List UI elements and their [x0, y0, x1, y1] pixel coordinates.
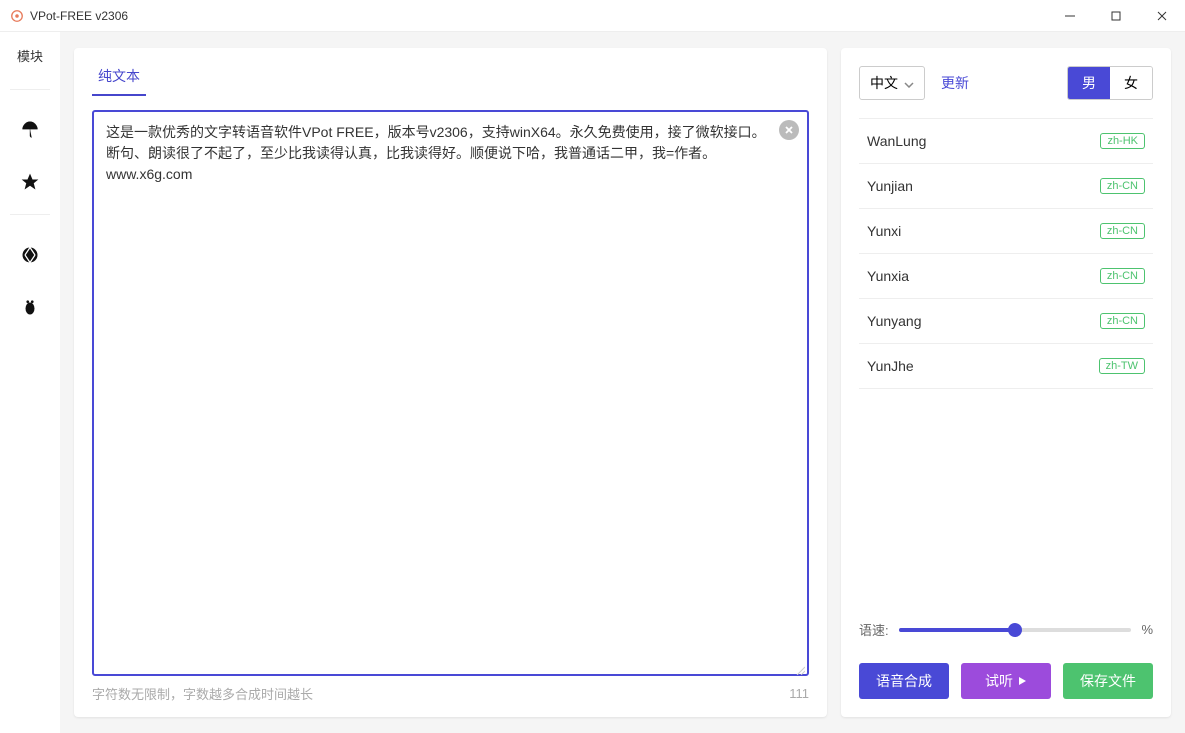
close-button[interactable] — [1139, 0, 1185, 32]
app-icon — [10, 9, 24, 23]
sidebar: 模块 — [0, 32, 60, 733]
divider — [10, 89, 50, 90]
sidebar-item-bug[interactable] — [10, 287, 50, 327]
sidebar-item-umbrella[interactable] — [10, 110, 50, 150]
voice-locale-badge: zh-HK — [1100, 133, 1145, 149]
voice-locale-badge: zh-CN — [1100, 268, 1145, 284]
speed-control: 语速: % — [859, 596, 1153, 653]
char-hint: 字符数无限制，字数越多合成时间越长 — [92, 684, 313, 703]
resize-handle[interactable] — [795, 662, 805, 672]
voice-name: Yunjian — [867, 178, 913, 194]
minimize-button[interactable] — [1047, 0, 1093, 32]
voice-item[interactable]: YunJhe zh-TW — [859, 344, 1153, 389]
speed-slider[interactable] — [899, 628, 1132, 632]
slider-thumb[interactable] — [1008, 623, 1022, 637]
voice-locale-badge: zh-TW — [1099, 358, 1145, 374]
voice-name: Yunxi — [867, 223, 901, 239]
sidebar-item-star[interactable] — [10, 162, 50, 202]
editor-panel: 纯文本 字符数无限制，字数越多合成时间越长 111 — [74, 48, 827, 717]
voice-panel: 中文 更新 男 女 WanLung zh-HK Yunjian zh-CN Yunx… — [841, 48, 1171, 717]
voice-list: WanLung zh-HK Yunjian zh-CN Yunxi zh-CN Yun… — [859, 118, 1153, 596]
speed-label: 语速: — [859, 620, 889, 639]
sidebar-item-aperture[interactable] — [10, 235, 50, 275]
voice-name: YunJhe — [867, 358, 914, 374]
update-link[interactable]: 更新 — [941, 73, 969, 93]
voice-item[interactable]: Yunjian zh-CN — [859, 164, 1153, 209]
voice-item[interactable]: Yunyang zh-CN — [859, 299, 1153, 344]
voice-item[interactable]: WanLung zh-HK — [859, 119, 1153, 164]
sidebar-label: 模块 — [17, 46, 43, 65]
play-icon — [1017, 673, 1027, 689]
voice-name: Yunxia — [867, 268, 909, 284]
window-title: VPot-FREE v2306 — [30, 9, 1047, 23]
voice-item[interactable]: Yunxia zh-CN — [859, 254, 1153, 299]
tab-plain-text[interactable]: 纯文本 — [92, 58, 146, 96]
voice-item[interactable]: Yunxi zh-CN — [859, 209, 1153, 254]
maximize-button[interactable] — [1093, 0, 1139, 32]
preview-label: 试听 — [985, 671, 1013, 691]
voice-locale-badge: zh-CN — [1100, 313, 1145, 329]
clear-button[interactable] — [779, 120, 799, 140]
text-input[interactable] — [92, 110, 809, 676]
gender-female-button[interactable]: 女 — [1110, 67, 1152, 99]
voice-locale-badge: zh-CN — [1100, 178, 1145, 194]
preview-button[interactable]: 试听 — [961, 663, 1051, 699]
save-button[interactable]: 保存文件 — [1063, 663, 1153, 699]
language-label: 中文 — [870, 73, 898, 93]
voice-locale-badge: zh-CN — [1100, 223, 1145, 239]
voice-name: WanLung — [867, 133, 926, 149]
voice-name: Yunyang — [867, 313, 922, 329]
speed-unit: % — [1141, 622, 1153, 637]
titlebar: VPot-FREE v2306 — [0, 0, 1185, 32]
chevron-down-icon — [904, 75, 914, 91]
compose-button[interactable]: 语音合成 — [859, 663, 949, 699]
char-count: 111 — [789, 686, 809, 701]
gender-male-button[interactable]: 男 — [1068, 67, 1110, 99]
slider-fill — [899, 628, 1015, 632]
language-select[interactable]: 中文 — [859, 66, 925, 100]
divider — [10, 214, 50, 215]
